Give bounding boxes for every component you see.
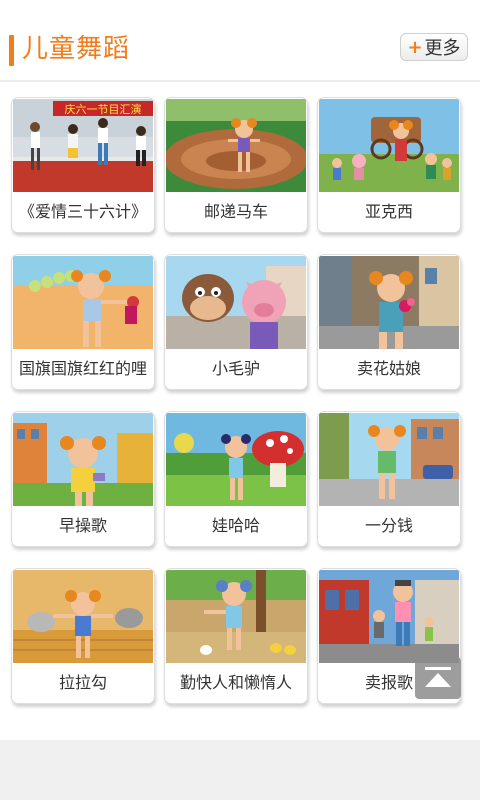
video-title: 邮递马车 (203, 202, 268, 221)
video-card[interactable]: 小毛驴 (164, 254, 308, 390)
video-thumbnail (13, 570, 153, 663)
arrow-to-top-icon (425, 667, 451, 687)
more-button[interactable]: + 更多 (400, 33, 468, 61)
video-title: 拉拉勾 (58, 673, 107, 692)
video-card[interactable]: 早操歌 (11, 411, 155, 547)
video-thumbnail (166, 256, 306, 349)
video-title: 娃哈哈 (211, 516, 260, 535)
video-thumbnail (166, 413, 306, 506)
video-thumbnail: 庆六一节目汇演 (13, 99, 153, 192)
video-card[interactable]: 国旗国旗红红的哩 (11, 254, 155, 390)
video-card[interactable]: 邮递马车 (164, 97, 308, 233)
video-thumbnail (319, 570, 459, 663)
plus-icon: + (407, 36, 423, 58)
video-card[interactable]: 拉拉勾 (11, 568, 155, 704)
video-title: 卖花姑娘 (356, 359, 421, 378)
video-card[interactable]: 勤快人和懒惰人 (164, 568, 308, 704)
more-button-label: 更多 (424, 38, 461, 59)
video-card[interactable]: 一分钱 (317, 411, 461, 547)
scroll-to-top-button[interactable] (415, 657, 461, 699)
video-thumbnail (166, 570, 306, 663)
stage-banner-text: 庆六一节目汇演 (65, 102, 142, 116)
video-title: 国旗国旗红红的哩 (18, 359, 147, 378)
video-card[interactable]: 娃哈哈 (164, 411, 308, 547)
video-thumbnail (13, 256, 153, 349)
video-card[interactable]: 亚克西 (317, 97, 461, 233)
video-title: 亚克西 (364, 202, 413, 221)
video-title: 小毛驴 (211, 359, 260, 378)
video-card[interactable]: 卖花姑娘 (317, 254, 461, 390)
video-card[interactable]: 庆六一节目汇演 《爱情三十六计》 (11, 97, 155, 233)
video-thumbnail (13, 413, 153, 506)
video-title: 勤快人和懒惰人 (179, 673, 292, 692)
video-thumbnail (319, 99, 459, 192)
video-title: 一分钱 (364, 516, 413, 535)
video-title: 《爱情三十六计》 (18, 202, 147, 221)
video-thumbnail (166, 99, 306, 192)
video-thumbnail (319, 413, 459, 506)
section-header: 儿童舞蹈 + 更多 (0, 0, 480, 82)
content-area: 儿童舞蹈 + 更多 庆六一节目汇演 《爱情三十六计》 邮递马车 亚克西 国旗国旗… (0, 0, 480, 740)
video-title: 早操歌 (58, 516, 107, 535)
accent-bar (9, 35, 14, 66)
video-thumbnail (319, 256, 459, 349)
section-title: 儿童舞蹈 (22, 34, 131, 64)
